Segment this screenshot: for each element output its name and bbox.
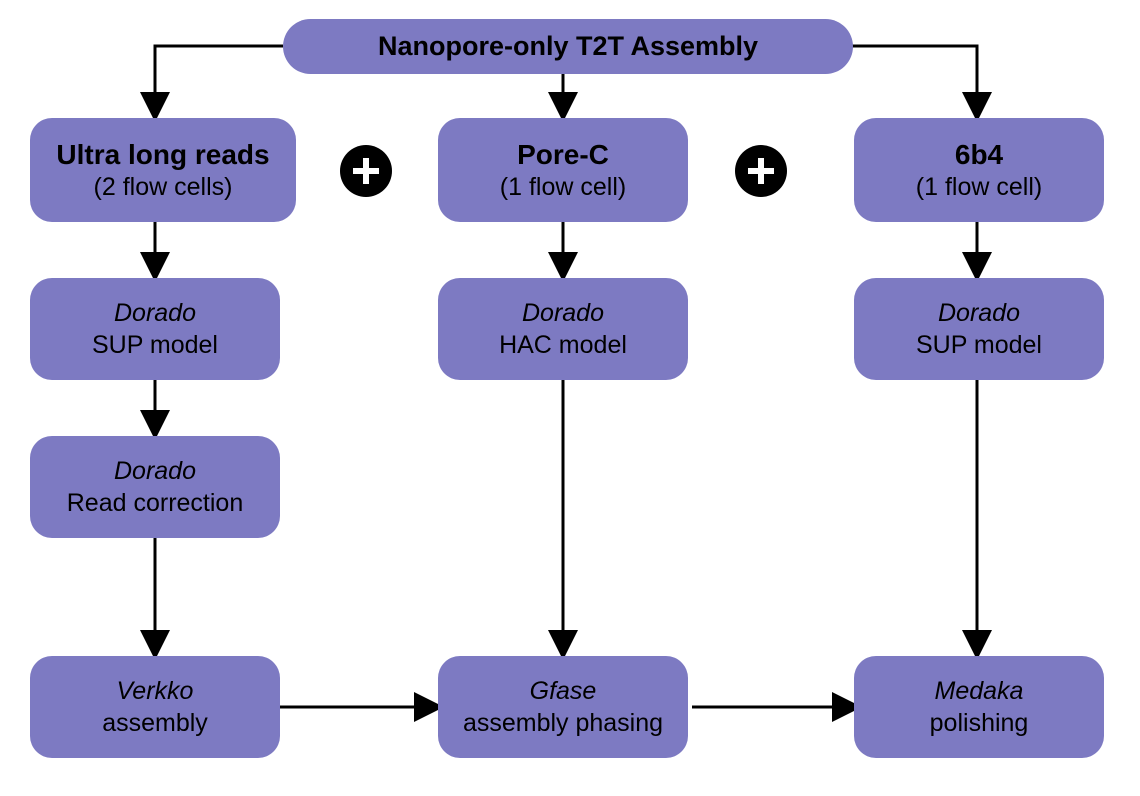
step-desc: Read correction bbox=[67, 487, 243, 520]
title-node: Nanopore-only T2T Assembly bbox=[283, 19, 853, 74]
step-gfase-phasing: Gfase assembly phasing bbox=[438, 656, 688, 758]
step-desc: SUP model bbox=[92, 329, 218, 362]
step-dorado-sup-right: Dorado SUP model bbox=[854, 278, 1104, 380]
step-desc: assembly phasing bbox=[463, 707, 663, 740]
plus-icon bbox=[340, 145, 392, 197]
step-tool: Dorado bbox=[938, 297, 1020, 330]
input-name: Pore-C bbox=[517, 137, 609, 172]
step-tool: Medaka bbox=[935, 675, 1024, 708]
step-desc: HAC model bbox=[499, 329, 627, 362]
step-verkko-assembly: Verkko assembly bbox=[30, 656, 280, 758]
title-text: Nanopore-only T2T Assembly bbox=[378, 31, 758, 62]
step-desc: polishing bbox=[930, 707, 1029, 740]
input-cells: (1 flow cell) bbox=[500, 172, 626, 203]
step-dorado-hac: Dorado HAC model bbox=[438, 278, 688, 380]
plus-icon bbox=[735, 145, 787, 197]
input-pore-c: Pore-C (1 flow cell) bbox=[438, 118, 688, 222]
step-tool: Dorado bbox=[522, 297, 604, 330]
step-desc: assembly bbox=[102, 707, 208, 740]
step-dorado-read-correction: Dorado Read correction bbox=[30, 436, 280, 538]
step-tool: Dorado bbox=[114, 455, 196, 488]
input-6b4: 6b4 (1 flow cell) bbox=[854, 118, 1104, 222]
input-cells: (1 flow cell) bbox=[916, 172, 1042, 203]
step-medaka-polishing: Medaka polishing bbox=[854, 656, 1104, 758]
input-ultra-long-reads: Ultra long reads (2 flow cells) bbox=[30, 118, 296, 222]
step-tool: Dorado bbox=[114, 297, 196, 330]
step-desc: SUP model bbox=[916, 329, 1042, 362]
step-tool: Verkko bbox=[117, 675, 194, 708]
input-cells: (2 flow cells) bbox=[94, 172, 233, 203]
input-name: Ultra long reads bbox=[56, 137, 269, 172]
input-name: 6b4 bbox=[955, 137, 1003, 172]
step-dorado-sup-left: Dorado SUP model bbox=[30, 278, 280, 380]
step-tool: Gfase bbox=[530, 675, 597, 708]
